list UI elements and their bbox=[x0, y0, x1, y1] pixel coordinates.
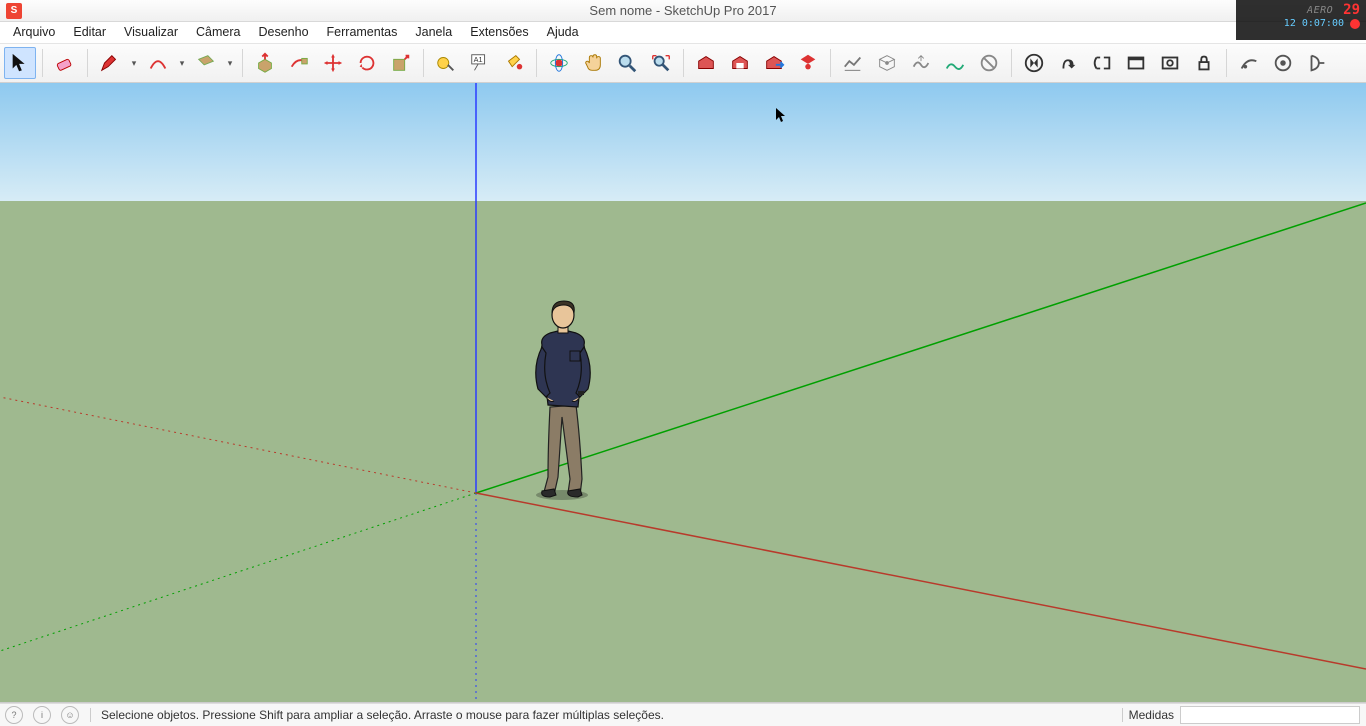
select-tool[interactable] bbox=[4, 47, 36, 79]
warehouse-share-tool[interactable] bbox=[758, 47, 790, 79]
pencil-tool[interactable] bbox=[94, 47, 126, 79]
vray-render-tool[interactable] bbox=[1018, 47, 1050, 79]
toolbar-separator bbox=[683, 49, 684, 77]
status-separator bbox=[1122, 708, 1123, 722]
orbit-tool[interactable] bbox=[543, 47, 575, 79]
menu-camera[interactable]: Câmera bbox=[187, 22, 249, 43]
sandbox-stamp-tool[interactable] bbox=[939, 47, 971, 79]
sandbox-drape-tool[interactable] bbox=[973, 47, 1005, 79]
rotate-tool[interactable] bbox=[351, 47, 383, 79]
menu-help[interactable]: Ajuda bbox=[538, 22, 588, 43]
status-user-icon[interactable]: ☺ bbox=[61, 706, 79, 724]
status-bar: ? i ☺ Selecione objetos. Pressione Shift… bbox=[0, 703, 1366, 726]
status-hint-icon[interactable]: ? bbox=[5, 706, 23, 724]
recorder-brand: AERO bbox=[1307, 5, 1333, 16]
sky bbox=[0, 83, 1366, 201]
measurements-label: Medidas bbox=[1129, 708, 1180, 722]
zoom-extents-tool[interactable] bbox=[645, 47, 677, 79]
status-info-icon[interactable]: i bbox=[33, 706, 51, 724]
sandbox-smoove-tool[interactable] bbox=[905, 47, 937, 79]
extension-warehouse-tool[interactable] bbox=[792, 47, 824, 79]
vray-viewport-tool[interactable] bbox=[1086, 47, 1118, 79]
toolbar-separator bbox=[1226, 49, 1227, 77]
pushpull-tool[interactable] bbox=[249, 47, 281, 79]
scale-tool[interactable] bbox=[385, 47, 417, 79]
text-tool[interactable]: A1 bbox=[464, 47, 496, 79]
menu-extensions[interactable]: Extensões bbox=[461, 22, 537, 43]
menu-draw[interactable]: Desenho bbox=[249, 22, 317, 43]
measurements-input[interactable] bbox=[1180, 706, 1360, 724]
menu-bar: Arquivo Editar Visualizar Câmera Desenho… bbox=[0, 22, 1366, 44]
vray-interactive-tool[interactable] bbox=[1052, 47, 1084, 79]
pan-tool[interactable] bbox=[577, 47, 609, 79]
plugin-tool-c[interactable] bbox=[1301, 47, 1333, 79]
warehouse-components-tool[interactable] bbox=[724, 47, 756, 79]
toolbar-separator bbox=[1011, 49, 1012, 77]
status-hint-text: Selecione objetos. Pressione Shift para … bbox=[97, 708, 664, 722]
toolbar-separator bbox=[87, 49, 88, 77]
move-tool[interactable] bbox=[317, 47, 349, 79]
plugin-tool-a[interactable] bbox=[1233, 47, 1265, 79]
rectangle-tool[interactable] bbox=[190, 47, 222, 79]
arc-tool[interactable] bbox=[142, 47, 174, 79]
vray-asset-editor-tool[interactable] bbox=[1154, 47, 1186, 79]
toolbar-separator bbox=[423, 49, 424, 77]
record-dot-icon bbox=[1350, 19, 1360, 29]
menu-view[interactable]: Visualizar bbox=[115, 22, 187, 43]
vray-lock-tool[interactable] bbox=[1188, 47, 1220, 79]
menu-window[interactable]: Janela bbox=[406, 22, 461, 43]
sandbox-grid-tool[interactable] bbox=[871, 47, 903, 79]
ground bbox=[0, 201, 1366, 703]
app-icon: S bbox=[6, 3, 22, 19]
model-viewport[interactable] bbox=[0, 83, 1366, 703]
toolbar-separator bbox=[830, 49, 831, 77]
rectangle-dropdown[interactable]: ▾ bbox=[224, 47, 236, 79]
svg-text:A1: A1 bbox=[474, 55, 483, 64]
sandbox-contours-tool[interactable] bbox=[837, 47, 869, 79]
followme-tool[interactable] bbox=[283, 47, 315, 79]
toolbar-separator bbox=[42, 49, 43, 77]
window-title: Sem nome - SketchUp Pro 2017 bbox=[589, 3, 776, 18]
zoom-tool[interactable] bbox=[611, 47, 643, 79]
main-toolbar: ▾ ▾ ▾ A1 bbox=[0, 44, 1366, 83]
arc-dropdown[interactable]: ▾ bbox=[176, 47, 188, 79]
menu-file[interactable]: Arquivo bbox=[4, 22, 64, 43]
tape-measure-tool[interactable] bbox=[430, 47, 462, 79]
plugin-tool-b[interactable] bbox=[1267, 47, 1299, 79]
toolbar-separator bbox=[536, 49, 537, 77]
paint-bucket-tool[interactable] bbox=[498, 47, 530, 79]
toolbar-separator bbox=[242, 49, 243, 77]
recorder-frame: 29 bbox=[1343, 2, 1360, 18]
menu-tools[interactable]: Ferramentas bbox=[318, 22, 407, 43]
title-bar: S Sem nome - SketchUp Pro 2017 bbox=[0, 0, 1366, 22]
status-separator bbox=[90, 708, 91, 722]
menu-edit[interactable]: Editar bbox=[64, 22, 115, 43]
recorder-fps: 12 bbox=[1284, 18, 1296, 29]
eraser-tool[interactable] bbox=[49, 47, 81, 79]
recorder-time: 0:07:00 bbox=[1302, 18, 1344, 29]
warehouse-tool[interactable] bbox=[690, 47, 722, 79]
recorder-overlay: AERO 29 12 0:07:00 bbox=[1236, 0, 1366, 40]
pencil-dropdown[interactable]: ▾ bbox=[128, 47, 140, 79]
vray-frame-buffer-tool[interactable] bbox=[1120, 47, 1152, 79]
